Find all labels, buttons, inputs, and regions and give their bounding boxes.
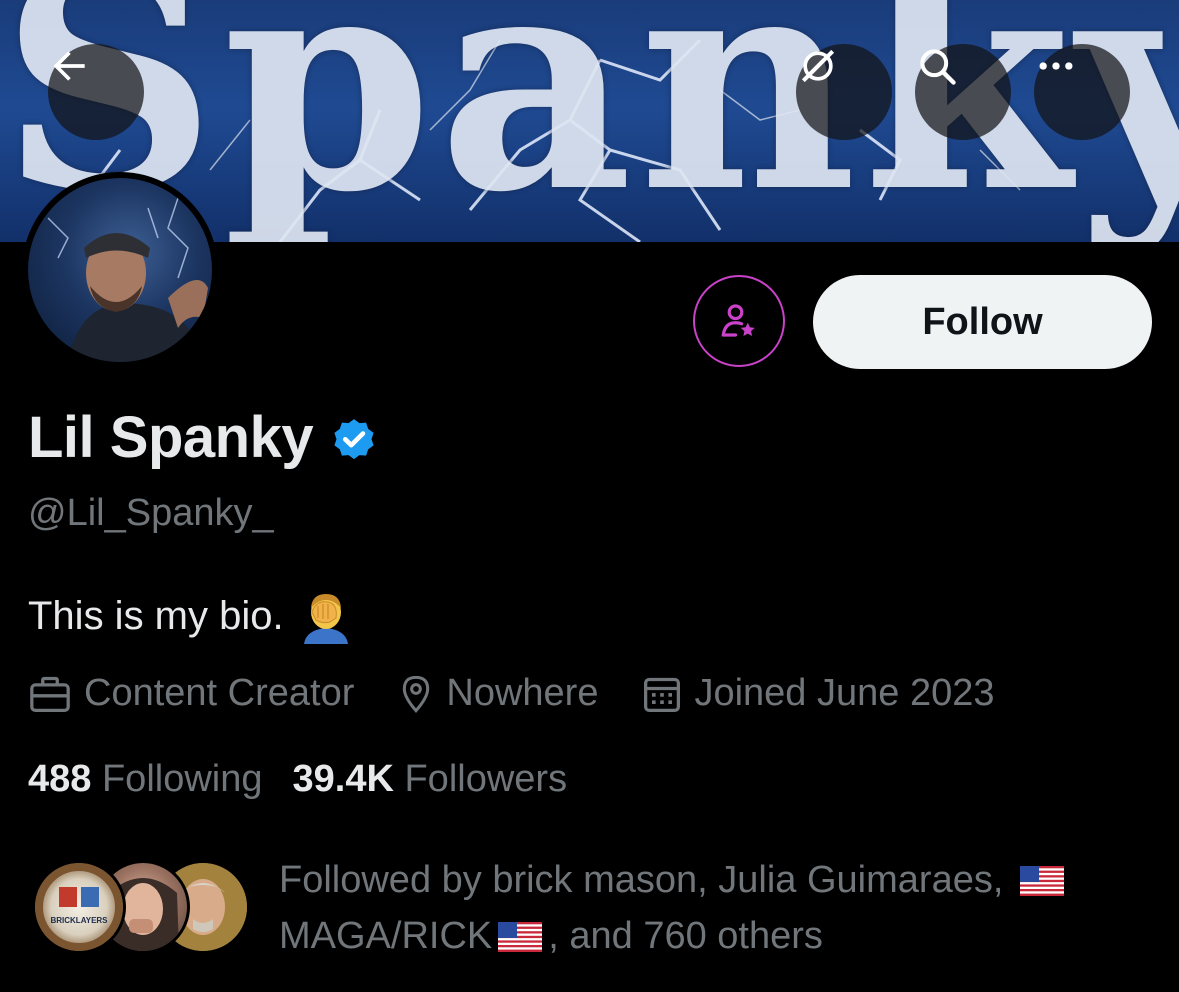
follow-button[interactable]: Follow [813, 275, 1152, 369]
following-link[interactable]: 488 Following [28, 758, 263, 801]
display-name: Lil Spanky [28, 405, 314, 470]
person-star-icon [721, 304, 755, 337]
profession-text: Content Creator [84, 672, 355, 714]
profile-meta: Content Creator Nowhere Joined June 2023 [28, 672, 1038, 715]
calendar-icon [644, 677, 681, 712]
verified-badge-icon[interactable] [329, 416, 379, 466]
follower-avatar: BRICKLAYERS [32, 860, 126, 954]
us-flag-icon [498, 922, 543, 952]
bio-text: This is my bio. [28, 593, 284, 638]
briefcase-icon [30, 676, 70, 712]
followers-label: Followers [404, 758, 568, 800]
grok-button[interactable] [796, 44, 892, 140]
follower-avatar-text: BRICKLAYERS [50, 916, 108, 925]
followed-by-name: MAGA/RICK [279, 915, 493, 957]
follow-stats: 488 Following 39.4K Followers [28, 758, 597, 801]
arrow-left-icon [53, 51, 85, 81]
joined-item: Joined June 2023 [642, 672, 994, 715]
us-flag-icon [1019, 866, 1064, 896]
search-button[interactable] [915, 44, 1011, 140]
ellipsis-icon [1039, 62, 1073, 70]
followed-by-line1: Followed by brick mason, Julia Guimaraes… [279, 859, 1004, 901]
followed-by-rest: , and 760 others [548, 915, 823, 957]
profession-item: Content Creator [28, 672, 354, 715]
handle: @Lil_Spanky_ [28, 492, 274, 534]
grok-icon [801, 49, 835, 83]
followed-by-avatars[interactable]: BRICKLAYERS [32, 860, 252, 960]
subscribe-button[interactable] [693, 275, 785, 367]
more-options-button[interactable] [1034, 44, 1130, 140]
back-button[interactable] [48, 44, 144, 140]
followers-link[interactable]: 39.4K Followers [293, 758, 568, 801]
name-row: Lil Spanky [28, 404, 379, 471]
location-pin-icon [403, 675, 430, 713]
followed-by-text[interactable]: Followed by brick mason, Julia Guimaraes… [279, 852, 1139, 964]
location-item: Nowhere [398, 672, 598, 715]
location-text: Nowhere [446, 672, 599, 714]
facepalm-emoji [303, 594, 348, 644]
profile-avatar[interactable] [22, 172, 218, 368]
profile-page: Spanky Follow Lil Spanky @Lil_Spanky_ Th… [0, 0, 1179, 992]
followers-count: 39.4K [292, 758, 394, 800]
following-label: Following [101, 758, 263, 800]
joined-text: Joined June 2023 [694, 672, 995, 714]
search-icon [920, 49, 956, 85]
following-count: 488 [28, 758, 92, 800]
bio: This is my bio. [28, 588, 354, 644]
avatar-image [28, 178, 212, 362]
